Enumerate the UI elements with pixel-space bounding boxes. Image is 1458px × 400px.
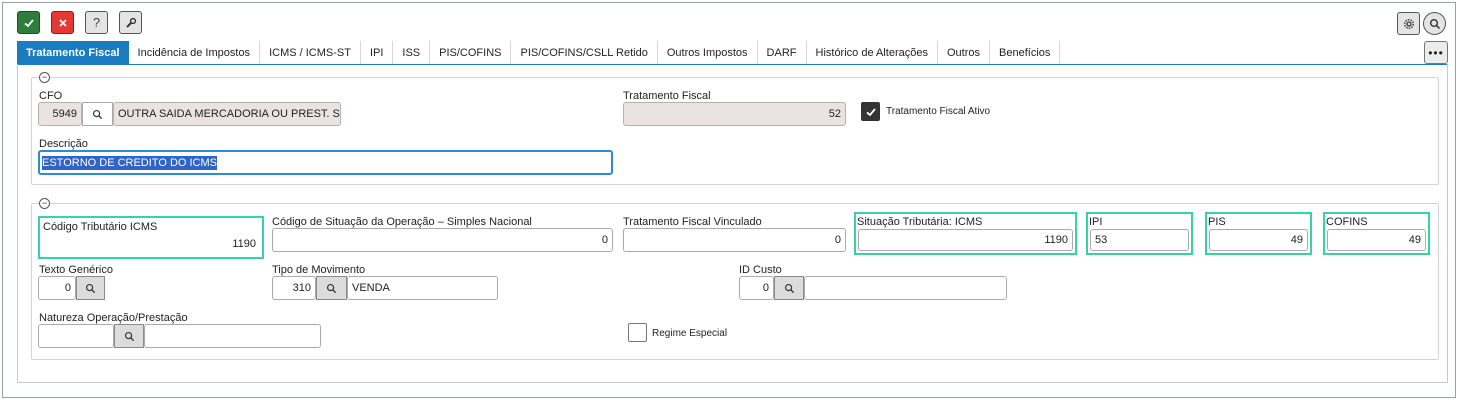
id-custo-search-button[interactable] [774, 276, 804, 300]
natureza-search-button[interactable] [114, 324, 144, 348]
texto-generico-search-button[interactable] [76, 276, 105, 300]
cfo-code-field[interactable]: 5949 [38, 102, 82, 126]
check-icon [865, 107, 876, 116]
natureza-label: Natureza Operação/Prestação [39, 312, 188, 324]
tab-historico-alteracoes[interactable]: Histórico de Alterações [806, 41, 938, 64]
tab-icms-st[interactable]: ICMS / ICMS-ST [260, 41, 361, 64]
cod-trib-label: Código Tributário ICMS [43, 221, 158, 233]
tab-bar: Tratamento Fiscal Incidência de Impostos… [17, 41, 1061, 64]
tipo-movimento-desc-field[interactable]: VENDA [347, 276, 498, 300]
cfo-label: CFO [39, 90, 63, 102]
tab-outros-impostos[interactable]: Outros Impostos [657, 41, 758, 64]
id-custo-field[interactable]: 0 [739, 276, 774, 300]
texto-generico-label: Texto Genérico [39, 264, 113, 276]
help-button[interactable]: ? [85, 11, 108, 34]
search-icon [326, 283, 337, 293]
regime-especial-label: Regime Especial [652, 328, 728, 339]
collapse-section-1-icon[interactable]: − [39, 72, 50, 83]
cfo-search-button[interactable] [82, 102, 113, 126]
tab-iss[interactable]: ISS [393, 41, 431, 64]
cofins-field[interactable]: 49 [1327, 229, 1426, 251]
tipo-movimento-label: Tipo de Movimento [272, 264, 366, 276]
tab-tratamento-fiscal[interactable]: Tratamento Fiscal [17, 41, 129, 64]
pis-field[interactable]: 49 [1209, 229, 1308, 251]
id-custo-label: ID Custo [739, 264, 782, 276]
tab-ipi[interactable]: IPI [360, 41, 394, 64]
tipo-movimento-search-button[interactable] [316, 276, 347, 300]
cancel-button[interactable] [51, 11, 74, 34]
search-icon [85, 283, 96, 293]
csosn-label: Código de Situação da Operação – Simples… [272, 216, 532, 228]
texto-generico-field[interactable]: 0 [38, 276, 76, 300]
tab-beneficios[interactable]: Benefícios [990, 41, 1061, 64]
tab-outros[interactable]: Outros [938, 41, 991, 64]
cfo-description-field[interactable]: OUTRA SAIDA MERCADORIA OU PREST. SERVICO [113, 102, 341, 126]
confirm-button[interactable] [17, 11, 40, 34]
natureza-code-field[interactable] [38, 324, 114, 348]
tab-pis-cofins[interactable]: PIS/COFINS [430, 41, 512, 64]
descricao-selected-text: ESTORNO DE CREDITO DO ICMS [42, 155, 218, 170]
natureza-desc-field[interactable] [144, 324, 321, 348]
tratamento-fiscal-field[interactable]: 52 [623, 102, 846, 126]
wrench-icon [125, 17, 136, 28]
search-icon [92, 109, 103, 119]
settings-button[interactable] [1397, 12, 1420, 35]
more-options-button[interactable]: ••• [1424, 41, 1448, 64]
tools-button[interactable] [119, 11, 142, 34]
pis-label: PIS [1208, 216, 1226, 228]
cofins-label: COFINS [1326, 216, 1368, 228]
tipo-movimento-code-field[interactable]: 310 [272, 276, 316, 300]
search-icon [1429, 18, 1440, 29]
tratamento-fiscal-label: Tratamento Fiscal [623, 90, 711, 102]
descricao-label: Descrição [39, 138, 88, 150]
tab-incidencia-impostos[interactable]: Incidência de Impostos [128, 41, 261, 64]
tab-darf[interactable]: DARF [757, 41, 807, 64]
collapse-section-2-icon[interactable]: − [39, 198, 50, 209]
check-icon [23, 18, 34, 27]
tratamento-ativo-checkbox[interactable] [861, 102, 880, 121]
tab-pis-cofins-csll-retido[interactable]: PIS/COFINS/CSLL Retido [511, 41, 658, 64]
gear-icon [1403, 18, 1414, 29]
cod-trib-field[interactable]: 1190 [42, 233, 260, 255]
id-custo-desc-field[interactable] [804, 276, 1007, 300]
vinculado-field[interactable]: 0 [623, 228, 846, 252]
ipi-label: IPI [1089, 216, 1103, 228]
close-icon [58, 18, 67, 27]
sit-icms-label: Situação Tributária: ICMS [857, 216, 983, 228]
csosn-field[interactable]: 0 [272, 228, 613, 252]
global-search-button[interactable] [1423, 12, 1446, 35]
descricao-field[interactable]: ESTORNO DE CREDITO DO ICMS [38, 150, 613, 175]
search-icon [124, 331, 134, 341]
vinculado-label: Tratamento Fiscal Vinculado [623, 216, 762, 228]
ipi-field[interactable]: 53 [1090, 229, 1189, 251]
tratamento-ativo-label: Tratamento Fiscal Ativo [886, 106, 991, 117]
search-icon [784, 283, 794, 293]
sit-icms-field[interactable]: 1190 [858, 229, 1073, 251]
regime-especial-checkbox[interactable] [628, 323, 647, 342]
